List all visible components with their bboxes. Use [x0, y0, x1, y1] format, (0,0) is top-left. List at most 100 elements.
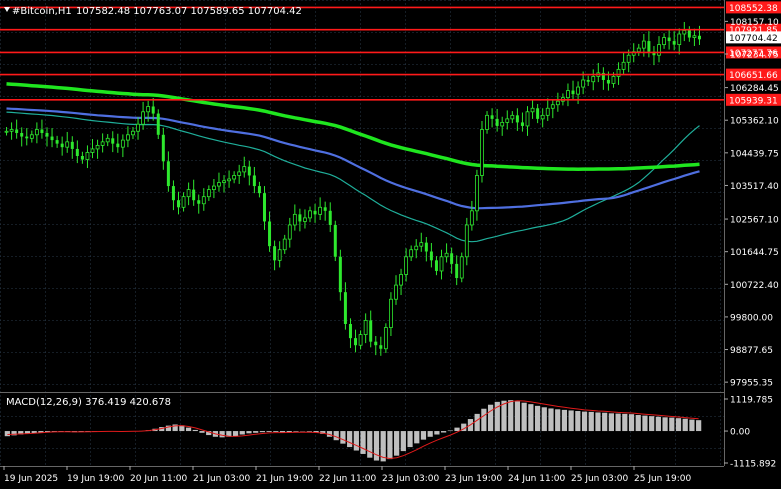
- level-label: 106651.66: [729, 71, 778, 81]
- candle-body-down: [257, 186, 261, 194]
- candle-body-down: [161, 134, 165, 162]
- candle-body-down: [50, 136, 54, 141]
- candle-body-up: [576, 86, 580, 95]
- candle-body-up: [237, 171, 242, 176]
- candle-body-down: [323, 207, 327, 211]
- candle-body-up: [146, 106, 151, 113]
- candle-body-up: [363, 320, 368, 335]
- candle-body-down: [667, 37, 671, 42]
- candle-body-up: [95, 144, 100, 150]
- candle-body-down: [450, 253, 454, 264]
- time-tick-label: 23 Jun 03:00: [382, 474, 439, 484]
- candle-body-up: [692, 35, 697, 38]
- candle-body-up: [292, 213, 297, 226]
- candle-body-down: [495, 118, 499, 126]
- candle-body-up: [282, 238, 287, 251]
- candle-body-up: [217, 182, 221, 187]
- candle-body-up: [591, 76, 596, 83]
- candle-body-up: [85, 152, 90, 160]
- candle-body-up: [399, 274, 403, 286]
- time-tick-label: 22 Jun 11:00: [319, 474, 376, 484]
- candle: [156, 109, 160, 140]
- candle-body-up: [505, 118, 510, 123]
- candle-body-up: [212, 185, 216, 191]
- candle-body-down: [60, 143, 64, 148]
- candle-body-up: [611, 76, 616, 84]
- candle-body-down: [80, 156, 84, 160]
- candle-body-up: [222, 180, 226, 183]
- candle-body-down: [40, 129, 44, 134]
- price-grid: [0, 0, 724, 392]
- candle-body-down: [333, 224, 337, 257]
- candle-body-up: [201, 196, 206, 205]
- price-panel[interactable]: 108552.38107921.85107277.76106651.661059…: [0, 0, 781, 392]
- price-tick-label: 108157.10: [730, 18, 779, 28]
- candle-body-up: [131, 130, 135, 136]
- candle-body-down: [429, 251, 433, 261]
- candle-body-down: [252, 175, 256, 187]
- candle-body-up: [227, 178, 231, 182]
- trading-chart[interactable]: 108552.38107921.85107277.76106651.661059…: [0, 0, 781, 489]
- macd-panel[interactable]: MACD(12,26,9) 376.419 420.678 1119.785 0.…: [0, 393, 776, 470]
- candle-body-down: [354, 338, 358, 346]
- time-tick-label: 21 Jun 03:00: [193, 474, 250, 484]
- candle-body-up: [581, 79, 586, 88]
- current-price-label: 107704.42: [729, 34, 778, 44]
- candle-body-up: [540, 114, 545, 120]
- candle-body-up: [439, 256, 444, 272]
- candle-body-down: [45, 133, 49, 137]
- candle-body-up: [500, 122, 505, 127]
- candle-body-up: [626, 54, 631, 63]
- candle-body-up: [29, 134, 34, 139]
- price-tick-label: 106284.45: [730, 84, 779, 94]
- candle-body-down: [298, 214, 302, 222]
- time-tick-label: 19 Jun 2025: [4, 474, 58, 484]
- candle-body-down: [520, 122, 524, 126]
- candle-body-up: [383, 327, 388, 350]
- candle-body-up: [120, 139, 125, 148]
- candle-body-down: [515, 115, 519, 123]
- candle-body-up: [358, 334, 363, 346]
- candle-body-up: [469, 210, 474, 226]
- candle-body-down: [343, 292, 347, 324]
- candle-body-up: [530, 107, 535, 113]
- candle-body-up: [126, 134, 130, 141]
- ohlc-readout: 107582.48 107763.07 107589.65 107704.42: [76, 6, 302, 17]
- candle-body-up: [303, 217, 307, 222]
- candle-body-up: [657, 44, 661, 56]
- candle: [383, 323, 388, 353]
- candle-body-down: [348, 323, 352, 339]
- candle-body-up: [404, 256, 409, 275]
- candle-body-down: [171, 186, 175, 201]
- price-tick-label: 102567.10: [730, 216, 779, 226]
- level-label: 108552.38: [729, 4, 778, 14]
- macd-tick-label: 1119.785: [730, 396, 773, 406]
- current-price-marker: 107704.42: [726, 31, 781, 44]
- macd-title: MACD(12,26,9) 376.419 420.678: [6, 397, 171, 408]
- candle-body-up: [277, 249, 282, 261]
- candle-body-up: [566, 90, 570, 99]
- candle-body-down: [15, 129, 19, 134]
- candle-body-up: [459, 256, 464, 279]
- candle-body-down: [672, 41, 676, 45]
- candle-body-up: [4, 130, 9, 133]
- candle-body-down: [247, 166, 251, 176]
- candle-body-down: [166, 161, 170, 187]
- candle-body-up: [136, 123, 140, 132]
- candle-body-up: [242, 166, 247, 173]
- candle-body-up: [464, 224, 469, 258]
- candle-body-up: [480, 129, 484, 176]
- candle-body-down: [111, 138, 115, 144]
- candle-body-up: [90, 148, 95, 153]
- candle-body-up: [545, 107, 550, 116]
- price-tick-label: 101644.75: [730, 248, 779, 258]
- candle-body-up: [34, 129, 39, 136]
- candle-body-up: [318, 206, 323, 215]
- level-label: 105939.31: [729, 96, 778, 106]
- candle: [480, 120, 484, 183]
- candle-body-up: [682, 30, 687, 35]
- price-tick-label: 100722.40: [730, 281, 779, 291]
- candle-body-down: [338, 256, 342, 293]
- candle-body-down: [606, 79, 610, 84]
- candle-body-down: [273, 246, 277, 261]
